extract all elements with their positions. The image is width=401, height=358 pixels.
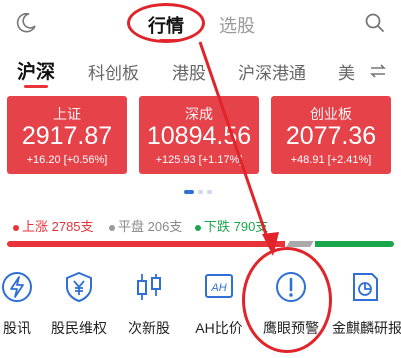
breadth-bar-flat (286, 241, 314, 247)
up-count-label: 上涨 2785支 (22, 219, 94, 234)
index-card-shenzhen[interactable]: 深成 10894.56 +125.93 [+1.17%] (139, 96, 259, 174)
ah-icon: AH (205, 274, 233, 298)
carousel-dot (207, 190, 212, 194)
shortcut-label: 股讯 (3, 320, 31, 336)
top-bar: 行情 选股 (0, 0, 401, 48)
index-card-chinext[interactable]: 创业板 2077.36 +48.91 [+2.41%] (271, 96, 391, 174)
index-name: 上证 (53, 106, 81, 122)
shortcut-news[interactable]: 股讯 (0, 270, 50, 336)
index-name: 深成 (185, 106, 213, 122)
shortcut-label: AH比价 (195, 320, 243, 336)
shortcut-label: 股民维权 (51, 320, 107, 336)
market-tab-indicator (24, 85, 48, 88)
svg-text:AH: AH (210, 282, 226, 294)
annotation-circle-eagle-eye (242, 247, 332, 353)
down-count: 下跌 790支 (195, 216, 268, 235)
swap-arrows-icon[interactable] (369, 62, 387, 80)
down-dot-icon (195, 224, 201, 231)
carousel-dot-active (184, 190, 194, 194)
annotation-circle-market-tab (127, 3, 205, 43)
shortcut-investor-rights[interactable]: 股民维权 (46, 270, 112, 336)
shortcut-label: 金麒麟研报 (332, 320, 401, 336)
index-change: +48.91 [+2.41%] (290, 154, 372, 166)
flat-count: 平盘 206支 (109, 216, 182, 235)
moon-icon[interactable] (14, 11, 38, 35)
down-count-label: 下跌 790支 (204, 219, 269, 234)
tab-stock-picker[interactable]: 选股 (219, 12, 255, 38)
lightning-icon (2, 272, 32, 302)
search-icon[interactable] (363, 11, 387, 35)
index-value: 10894.56 (146, 122, 252, 150)
shortcut-new-listings[interactable]: 次新股 (116, 270, 182, 336)
carousel-dot (198, 190, 203, 194)
breadth-bar-up (7, 241, 285, 247)
index-change: +125.93 [+1.17%] (155, 154, 243, 166)
market-breadth: 上涨 2785支 平盘 206支 下跌 790支 (0, 214, 401, 234)
index-value: 2917.87 (21, 122, 113, 150)
market-tabs: 沪深 科创板 港股 沪深港通 美 (0, 52, 401, 88)
report-chart-icon (353, 273, 378, 301)
index-card-shanghai[interactable]: 上证 2917.87 +16.20 [+0.56%] (7, 96, 127, 174)
index-change: +16.20 [+0.56%] (26, 154, 108, 166)
tab-us[interactable]: 美 (338, 59, 355, 84)
tab-hs[interactable]: 沪深 (17, 57, 55, 84)
yen-shield-icon (66, 271, 92, 303)
candlestick-icon (137, 274, 161, 300)
index-name: 创业板 (310, 106, 352, 122)
shortcut-research-report[interactable]: 金麒麟研报 (332, 270, 401, 336)
index-value: 2077.36 (285, 122, 377, 150)
up-count: 上涨 2785支 (13, 216, 94, 235)
up-dot-icon (13, 224, 19, 231)
flat-dot-icon (109, 224, 115, 231)
shortcut-label: 次新股 (128, 320, 170, 336)
breadth-bar-down (315, 241, 394, 247)
tab-star-market[interactable]: 科创板 (88, 59, 139, 84)
tab-connect[interactable]: 沪深港通 (238, 59, 306, 84)
flat-count-label: 平盘 206支 (118, 219, 183, 234)
tab-hk[interactable]: 港股 (172, 59, 206, 84)
